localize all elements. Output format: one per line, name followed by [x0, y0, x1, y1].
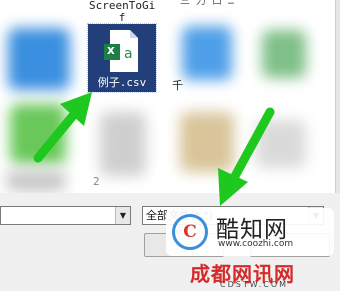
watermark-badge: C 酷知网 www.coozhi.com — [166, 208, 334, 256]
watermark-url: www.coozhi.com — [218, 239, 294, 249]
arrow-up-left-icon — [33, 92, 92, 163]
site-banner-url: CDSTW.COM — [220, 280, 289, 289]
arrow-down-left-icon — [218, 107, 275, 206]
coozhi-logo-icon: C — [172, 214, 208, 250]
site-banner: 成都网讯网 CDSTW.COM — [190, 258, 340, 291]
